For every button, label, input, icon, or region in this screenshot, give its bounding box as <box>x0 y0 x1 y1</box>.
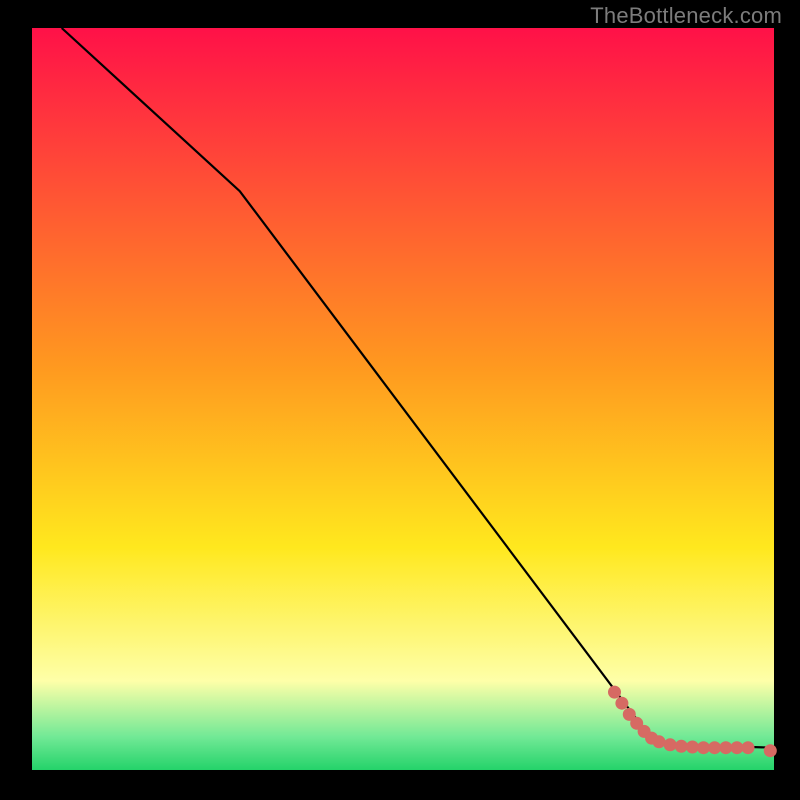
data-point <box>730 741 743 754</box>
data-point <box>653 735 666 748</box>
data-point <box>615 697 628 710</box>
data-point <box>608 686 621 699</box>
data-point <box>675 740 688 753</box>
attribution-label: TheBottleneck.com <box>590 3 782 29</box>
data-point <box>764 744 777 757</box>
data-point <box>742 741 755 754</box>
bottleneck-chart <box>0 0 800 800</box>
data-point <box>708 741 721 754</box>
chart-frame: TheBottleneck.com <box>0 0 800 800</box>
data-point <box>697 741 710 754</box>
plot-background <box>32 28 774 770</box>
data-point <box>664 738 677 751</box>
data-point <box>686 741 699 754</box>
data-point <box>719 741 732 754</box>
